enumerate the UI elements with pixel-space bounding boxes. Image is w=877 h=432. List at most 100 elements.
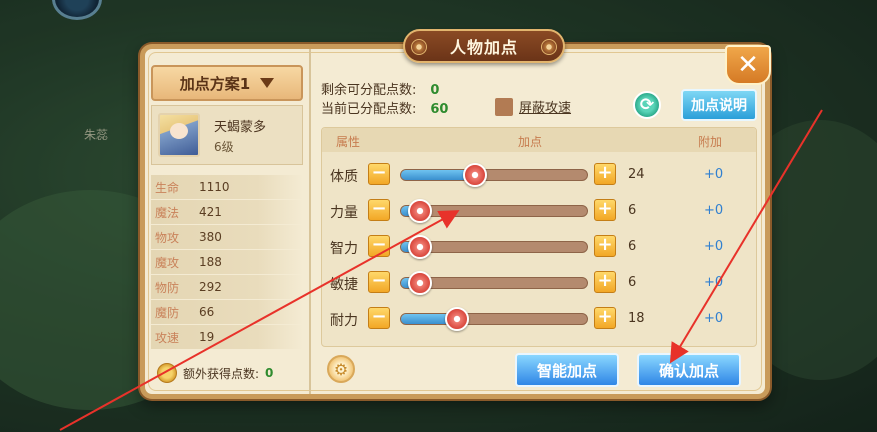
attribute-dialog: 人物加点 ✕ 加点方案1 天蝎蒙多 6级 生命 1110 魔法 421 物攻 380 魔攻 1… — [140, 29, 771, 399]
stat-value: 19 — [199, 330, 215, 344]
allocated-points-label: 当前已分配点数: — [321, 102, 417, 117]
close-x-icon: ✕ — [737, 50, 759, 80]
attribute-bonus: +0 — [704, 239, 724, 254]
attribute-value: 6 — [628, 275, 637, 290]
remaining-points-value: 0 — [430, 83, 440, 98]
stat-value: 188 — [199, 255, 222, 269]
increase-button[interactable]: + — [594, 307, 616, 329]
ornament-stud-icon — [411, 39, 427, 55]
attribute-bonus: +0 — [704, 311, 724, 326]
extra-points: 额外获得点数: 0 — [157, 363, 273, 383]
attribute-bonus: +0 — [704, 167, 724, 182]
decrease-button[interactable]: − — [368, 199, 390, 221]
attribute-name: 敏捷 — [330, 277, 358, 293]
stat-name: 魔攻 — [155, 255, 180, 270]
attribute-value: 6 — [628, 203, 637, 218]
refresh-icon: ⟳ — [639, 95, 655, 115]
decrease-button[interactable]: − — [368, 307, 390, 329]
header-points: 加点 — [518, 135, 543, 149]
stat-row: 魔攻 188 — [151, 250, 303, 275]
hero-card: 天蝎蒙多 6级 — [151, 105, 303, 165]
points-slider[interactable] — [400, 163, 588, 187]
hero-name: 天蝎蒙多 — [214, 120, 267, 135]
stat-value: 1110 — [199, 180, 230, 194]
hero-summary-column: 加点方案1 天蝎蒙多 6级 生命 1110 魔法 421 物攻 380 魔攻 188 物防 292… — [151, 65, 303, 389]
points-slider[interactable] — [400, 307, 588, 331]
settings-button[interactable]: ⚙ — [327, 355, 355, 383]
increase-button[interactable]: + — [594, 163, 616, 185]
points-slider[interactable] — [400, 199, 588, 223]
stat-row: 魔防 66 — [151, 300, 303, 325]
header-bonus: 附加 — [698, 135, 723, 149]
attribute-row: 敏捷 − +6 +0 — [322, 266, 756, 302]
reset-button[interactable]: ⟳ — [633, 91, 661, 119]
attribute-bonus: +0 — [704, 203, 724, 218]
extra-points-value: 0 — [265, 366, 274, 380]
attribute-value: 18 — [628, 311, 645, 326]
attribute-row: 力量 − +6 +0 — [322, 194, 756, 230]
decrease-button[interactable]: − — [368, 271, 390, 293]
attribute-name: 体质 — [330, 169, 358, 185]
extra-points-label: 额外获得点数: — [183, 366, 260, 381]
points-slider[interactable] — [400, 271, 588, 295]
table-header: 属性 加点 附加 — [322, 128, 756, 152]
stat-name: 魔防 — [155, 305, 180, 320]
remaining-points-row: 剩余可分配点数: 0 — [321, 81, 448, 100]
hero-avatar[interactable] — [158, 113, 200, 157]
increase-button[interactable]: + — [594, 199, 616, 221]
allocated-points-row: 当前已分配点数: 60 — [321, 100, 448, 119]
coin-icon[interactable] — [157, 363, 177, 383]
slider-handle[interactable] — [407, 271, 432, 295]
stat-name: 物防 — [155, 280, 180, 295]
decrease-button[interactable]: − — [368, 163, 390, 185]
stat-value: 66 — [199, 305, 215, 319]
help-button[interactable]: 加点说明 — [681, 89, 757, 121]
auto-allocate-button[interactable]: 智能加点 — [515, 353, 619, 387]
ornament-stud-icon — [541, 39, 557, 55]
stat-value: 292 — [199, 280, 222, 294]
slider-handle[interactable] — [444, 307, 469, 331]
stat-name: 物攻 — [155, 230, 180, 245]
stat-row: 生命 1110 — [151, 175, 303, 200]
stat-value: 421 — [199, 205, 222, 219]
shield-attack-speed-label: 屏蔽攻速 — [519, 101, 572, 116]
stat-name: 生命 — [155, 180, 180, 195]
increase-button[interactable]: + — [594, 271, 616, 293]
scheme-dropdown[interactable]: 加点方案1 — [151, 65, 303, 101]
points-slider[interactable] — [400, 235, 588, 259]
slider-handle[interactable] — [407, 199, 432, 223]
stat-name: 攻速 — [155, 330, 180, 345]
scheme-label: 加点方案1 — [179, 74, 251, 93]
slider-handle[interactable] — [463, 163, 488, 187]
confirm-allocate-button[interactable]: 确认加点 — [637, 353, 741, 387]
attribute-value: 6 — [628, 239, 637, 254]
attribute-table: 属性 加点 附加 体质 − +24 +0 力量 − +6 +0 智力 − +6 +0 敏捷 − +6 +0 耐力… — [321, 127, 757, 347]
remaining-points-label: 剩余可分配点数: — [321, 83, 417, 98]
dialog-title: 人物加点 — [449, 38, 518, 57]
attribute-name: 力量 — [330, 205, 358, 221]
attribute-row: 智力 − +6 +0 — [322, 230, 756, 266]
attribute-name: 智力 — [330, 241, 358, 257]
stat-row: 攻速 19 — [151, 325, 303, 350]
slider-handle[interactable] — [407, 235, 432, 259]
title-plate: 人物加点 — [403, 29, 565, 63]
checkbox[interactable] — [495, 97, 513, 116]
stat-row: 魔法 421 — [151, 200, 303, 225]
caret-down-icon — [260, 78, 275, 88]
attribute-name: 耐力 — [330, 313, 358, 329]
attribute-value: 24 — [628, 167, 645, 182]
allocated-points-value: 60 — [430, 102, 449, 117]
increase-button[interactable]: + — [594, 235, 616, 257]
stat-value: 380 — [199, 230, 222, 244]
decrease-button[interactable]: − — [368, 235, 390, 257]
points-info: 剩余可分配点数: 0 当前已分配点数: 60 — [321, 81, 448, 119]
attribute-bonus: +0 — [704, 275, 724, 290]
hero-level: 6级 — [214, 140, 234, 154]
shield-attack-speed-toggle[interactable]: 屏蔽攻速 — [495, 97, 571, 116]
attribute-row: 耐力 − +18 +0 — [322, 302, 756, 338]
close-button[interactable]: ✕ — [725, 45, 771, 85]
header-attr: 属性 — [336, 135, 361, 149]
column-divider — [309, 49, 311, 394]
attribute-row: 体质 − +24 +0 — [322, 158, 756, 194]
stat-name: 魔法 — [155, 205, 180, 220]
